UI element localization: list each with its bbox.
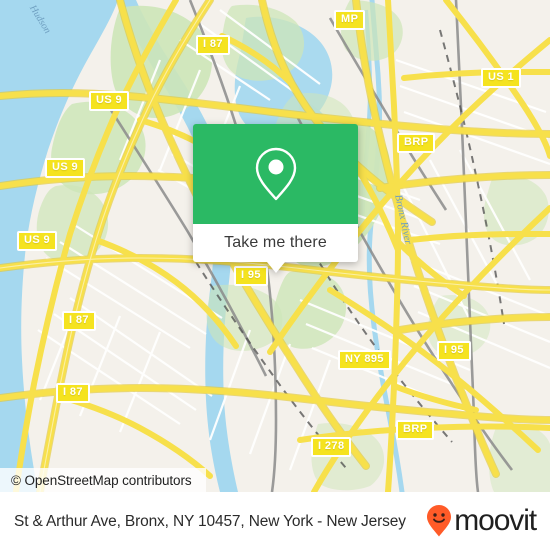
highway-shield-label: US 9 (96, 94, 123, 106)
highway-shield: I 87 (196, 35, 230, 55)
osm-attribution[interactable]: © OpenStreetMap contributors (0, 468, 206, 492)
popup-header (193, 124, 358, 224)
popup-pointer-tail (267, 262, 285, 273)
highway-shield: MP (334, 10, 366, 30)
moovit-wordmark: moovit (454, 504, 537, 537)
footer-bar: St & Arthur Ave, Bronx, NY 10457, New Yo… (0, 492, 550, 550)
highway-shield-label: I 87 (203, 38, 223, 50)
highway-shield: I 95 (234, 266, 268, 286)
highway-shield: BRP (397, 133, 436, 153)
moovit-map-screenshot: Hudson Bronx River MP I 87 US 1 US 9 BRP US 9… (0, 0, 550, 550)
highway-shield: BRP (396, 420, 435, 440)
highway-shield-label: I 87 (63, 386, 83, 398)
highway-shield-label: US 1 (488, 71, 515, 83)
highway-shield: I 87 (62, 311, 96, 331)
highway-shield-label: US 9 (24, 234, 51, 246)
highway-shield: US 9 (89, 91, 130, 111)
highway-shield: US 9 (17, 231, 58, 251)
highway-shield-label: BRP (403, 423, 428, 435)
moovit-logo[interactable]: moovit (426, 504, 550, 538)
highway-shield: US 9 (45, 158, 86, 178)
highway-shield-label: BRP (404, 136, 429, 148)
highway-shield-label: NY 895 (345, 353, 384, 365)
map-pin-icon (255, 147, 296, 201)
take-me-there-label: Take me there (224, 234, 327, 251)
highway-shield-label: I 95 (444, 344, 464, 356)
highway-shield: I 278 (311, 437, 352, 457)
moovit-pin-smiley-icon (427, 505, 452, 537)
highway-shield: I 87 (56, 383, 90, 403)
highway-shield-label: US 9 (52, 161, 79, 173)
location-address: St & Arthur Ave, Bronx, NY 10457, New Yo… (14, 512, 406, 530)
highway-shield: NY 895 (338, 350, 391, 370)
highway-shield: US 1 (481, 68, 522, 88)
take-me-there-button[interactable]: Take me there (193, 224, 358, 262)
highway-shield: I 95 (437, 341, 471, 361)
highway-shield-label: I 95 (241, 269, 261, 281)
highway-shield-label: I 278 (318, 440, 345, 452)
destination-popup-card[interactable]: Take me there (193, 124, 358, 273)
attribution-text: © OpenStreetMap contributors (11, 472, 192, 488)
highway-shield-label: I 87 (69, 314, 89, 326)
highway-shield-label: MP (341, 13, 359, 25)
